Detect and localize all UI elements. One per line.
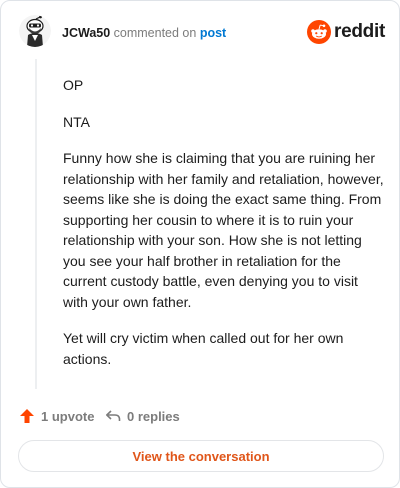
thread-line (35, 59, 37, 389)
comment-paragraph: OP (63, 77, 84, 93)
user-avatar[interactable] (19, 15, 51, 47)
comment-paragraph: Yet will cry victim when called out for … (63, 330, 344, 367)
upvote-arrow-icon (20, 409, 34, 423)
replies-count: 0 replies (127, 408, 180, 424)
comment-paragraph: NTA (63, 113, 90, 130)
reddit-brand[interactable]: reddit (307, 20, 385, 44)
comment-header: JCWa50 commented on post reddit (19, 15, 385, 51)
comment-body: OP NTA Funny how she is claiming that yo… (63, 75, 385, 385)
reply-arrow-icon (106, 410, 121, 421)
upvote-button[interactable]: 1 upvote (19, 405, 94, 427)
username[interactable]: JCWa50 (62, 26, 110, 40)
action-text: commented on (113, 26, 197, 40)
view-conversation-button[interactable]: View the conversation (18, 440, 384, 472)
reddit-alien-icon (307, 20, 331, 44)
replies-button[interactable]: 0 replies (105, 405, 180, 427)
post-link[interactable]: post (200, 26, 226, 40)
comment-actions: 1 upvote 0 replies (19, 405, 379, 427)
comment-meta: JCWa50 commented on post (62, 26, 226, 40)
snoo-avatar-icon (19, 15, 51, 47)
embedded-comment-card: JCWa50 commented on post reddit OP NTA F (0, 0, 400, 488)
comment-paragraph: Funny how she is claiming that you are r… (63, 150, 384, 310)
reddit-wordmark: reddit (334, 21, 385, 42)
upvote-count: 1 upvote (41, 408, 95, 424)
